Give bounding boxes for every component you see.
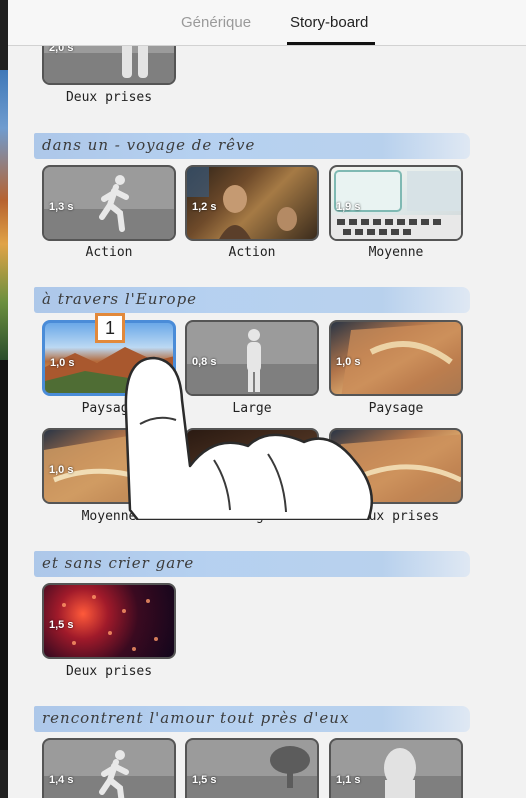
clip-duration: 1,1 s	[336, 774, 361, 786]
clip-duration: 1,4 s	[49, 774, 74, 786]
tab-generique[interactable]: Générique	[181, 14, 251, 31]
background-dark-strip	[0, 360, 8, 750]
running-figure-icon	[99, 750, 129, 798]
clip-paysage-2[interactable]: 1,0 s	[329, 320, 463, 396]
step-number-badge: 1	[95, 313, 125, 343]
section-title-amour: rencontrent l'amour tout près d'eux	[34, 706, 470, 732]
section-title-text: et sans crier gare	[42, 554, 195, 572]
running-figure-icon	[99, 175, 129, 232]
clip-large-2[interactable]	[185, 428, 319, 504]
clip-duration: 1,9 s	[336, 201, 361, 213]
tab-bar: Générique Story-board	[8, 0, 526, 46]
section-title-sans-crier-gare: et sans crier gare	[34, 551, 470, 577]
storyboard-panel: Générique Story-board 2,0 s Deux prises …	[8, 0, 526, 798]
clip-label: Large	[232, 401, 272, 416]
active-tab-indicator	[287, 42, 375, 45]
section-title-text: rencontrent l'amour tout près d'eux	[42, 709, 350, 727]
clip-duration: 1,0 s	[49, 464, 74, 476]
clip-large-1[interactable]: 0,8 s	[185, 320, 319, 396]
section-title-europe: à travers l'Europe	[34, 287, 470, 313]
head-silhouette-icon	[384, 748, 416, 798]
clip-tree[interactable]: 1,5 s	[185, 738, 319, 798]
standing-person-icon	[247, 329, 261, 392]
clip-duration: 1,0 s	[336, 464, 361, 476]
clip-label: Action	[85, 245, 133, 260]
tree-icon	[270, 746, 310, 788]
clip-action-2[interactable]: 1,2 s	[185, 165, 319, 241]
section-title-voyage: dans un - voyage de rêve	[34, 133, 470, 159]
clip-label: Moyenne	[368, 245, 424, 260]
clip-label: Deux prises	[352, 509, 440, 524]
section-title-text: à travers l'Europe	[42, 290, 198, 308]
background-photo-strip	[0, 70, 8, 360]
background-edge	[0, 0, 8, 798]
photo-thumbnail	[260, 445, 300, 502]
clip-moyenne-2[interactable]: 1,0 s	[42, 428, 176, 504]
clip-duration: 1,0 s	[336, 356, 361, 368]
section-title-text: dans un - voyage de rêve	[42, 136, 256, 154]
clip-duration: 1,0 s	[50, 357, 75, 369]
clip-duration: 1,5 s	[192, 774, 217, 786]
clip-label: Large	[232, 509, 272, 524]
clip-action-3[interactable]: 1,4 s	[42, 738, 176, 798]
clip-moyenne-1[interactable]: 1,9 s	[329, 165, 463, 241]
clip-label: Moyenne	[81, 509, 137, 524]
clip-label: Deux prises	[65, 664, 153, 679]
clip-deux-prises-2[interactable]: 1,0 s	[329, 428, 463, 504]
clip-duration: 1,2 s	[192, 201, 217, 213]
tab-storyboard[interactable]: Story-board	[290, 14, 368, 31]
clip-label: Action	[228, 245, 276, 260]
clip-closeup[interactable]: 1,1 s	[329, 738, 463, 798]
clip-duration: 1,3 s	[49, 201, 74, 213]
clip-deux-prises-3[interactable]: 1,5 s	[42, 583, 176, 659]
clip-action-1[interactable]: 1,3 s	[42, 165, 176, 241]
clip-duration: 0,8 s	[192, 356, 217, 368]
clip-duration: 1,5 s	[49, 619, 74, 631]
clip-label: Paysage	[368, 401, 424, 416]
clip-label: Paysage	[81, 401, 137, 416]
clip-label: Deux prises	[65, 90, 153, 105]
